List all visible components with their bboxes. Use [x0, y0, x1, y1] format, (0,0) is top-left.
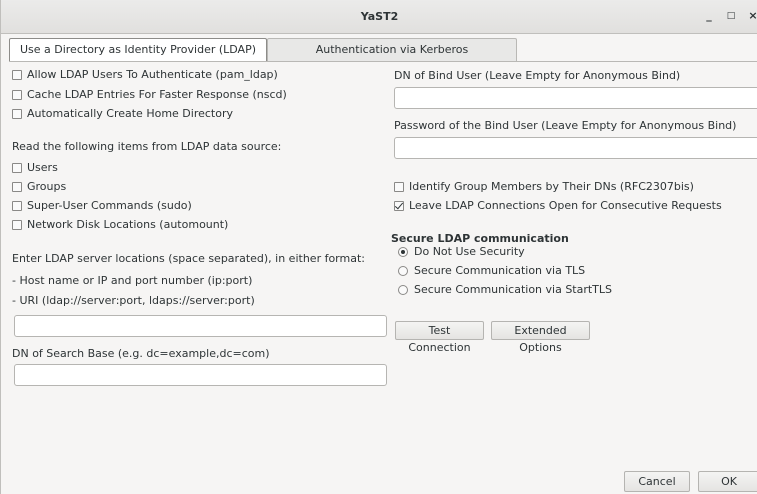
server-hint-text: Enter LDAP server locations (space separ…: [12, 252, 365, 265]
tab-kerberos-label: Authentication via Kerberos: [315, 43, 469, 56]
rfc2307bis-label: Identify Group Members by Their DNs (RFC…: [409, 180, 694, 193]
groups-checkbox[interactable]: Groups: [12, 180, 66, 193]
close-icon[interactable]: ×: [745, 8, 757, 24]
read-items-heading: Read the following items from LDAP data …: [12, 140, 282, 153]
no-security-radio[interactable]: Do Not Use Security: [398, 245, 525, 258]
checkbox-box[interactable]: [12, 200, 22, 211]
search-base-label: DN of Search Base (e.g. dc=example,dc=co…: [12, 347, 270, 360]
radio-dot[interactable]: [398, 265, 408, 276]
secure-ldap-heading: Secure LDAP communication: [391, 232, 569, 245]
server-format-uri: - URI (ldap://server:port, ldaps://serve…: [12, 294, 255, 307]
tab-bar: Use a Directory as Identity Provider (LD…: [9, 38, 757, 62]
allow-ldap-users-label: Allow LDAP Users To Authenticate (pam_ld…: [27, 68, 278, 81]
ok-label: OK: [721, 475, 737, 488]
bind-dn-label: DN of Bind User (Leave Empty for Anonymo…: [394, 69, 681, 82]
ldap-server-input[interactable]: [14, 315, 387, 337]
create-home-dir-label: Automatically Create Home Directory: [27, 107, 233, 120]
radio-dot-selected[interactable]: [398, 246, 408, 257]
sudo-checkbox[interactable]: Super-User Commands (sudo): [12, 199, 192, 212]
ok-button[interactable]: OK: [698, 471, 757, 492]
minimize-icon[interactable]: _: [701, 8, 717, 24]
tls-label: Secure Communication via TLS: [414, 264, 586, 277]
users-checkbox[interactable]: Users: [12, 161, 58, 174]
groups-label: Groups: [27, 180, 67, 193]
no-security-label: Do Not Use Security: [414, 245, 525, 258]
allow-ldap-users-checkbox[interactable]: Allow LDAP Users To Authenticate (pam_ld…: [12, 68, 278, 81]
window-title: YaST2: [360, 10, 399, 23]
extended-options-button[interactable]: Extended Options: [491, 321, 590, 354]
bind-dn-input[interactable]: [394, 87, 757, 109]
yast-window: YaST2 _ □ × Use a Directory as Identity …: [0, 0, 757, 494]
checkbox-box[interactable]: [12, 181, 22, 192]
cancel-label: Cancel: [638, 475, 676, 488]
tls-radio[interactable]: Secure Communication via TLS: [398, 264, 585, 277]
checkbox-box[interactable]: [12, 108, 22, 119]
checkbox-box[interactable]: [12, 89, 22, 100]
create-home-dir-checkbox[interactable]: Automatically Create Home Directory: [12, 107, 233, 120]
tab-kerberos[interactable]: Authentication via Kerberos: [267, 38, 517, 62]
extended-options-label: Extended Options: [514, 324, 567, 354]
starttls-radio[interactable]: Secure Communication via StartTLS: [398, 283, 612, 296]
title-bar[interactable]: YaST2 _ □ ×: [1, 0, 757, 34]
sudo-label: Super-User Commands (sudo): [27, 199, 192, 212]
checkbox-box[interactable]: [12, 219, 22, 230]
radio-dot[interactable]: [398, 284, 408, 295]
cache-ldap-entries-label: Cache LDAP Entries For Faster Response (…: [27, 88, 287, 101]
bind-password-input[interactable]: [394, 137, 757, 159]
test-connection-label: Test Connection: [408, 324, 471, 354]
checkbox-box[interactable]: [394, 181, 404, 192]
maximize-icon[interactable]: □: [723, 8, 739, 24]
server-format-hostport: - Host name or IP and port number (ip:po…: [12, 274, 253, 287]
cache-ldap-entries-checkbox[interactable]: Cache LDAP Entries For Faster Response (…: [12, 88, 287, 101]
leave-connections-open-checkbox[interactable]: Leave LDAP Connections Open for Consecut…: [394, 199, 722, 212]
bind-password-label: Password of the Bind User (Leave Empty f…: [394, 119, 737, 132]
tab-ldap[interactable]: Use a Directory as Identity Provider (LD…: [9, 38, 267, 62]
starttls-label: Secure Communication via StartTLS: [414, 283, 613, 296]
tab-underline: [9, 61, 757, 62]
test-connection-button[interactable]: Test Connection: [395, 321, 484, 354]
cancel-button[interactable]: Cancel: [624, 471, 690, 492]
rfc2307bis-checkbox[interactable]: Identify Group Members by Their DNs (RFC…: [394, 180, 694, 193]
leave-connections-open-label: Leave LDAP Connections Open for Consecut…: [409, 199, 722, 212]
automount-checkbox[interactable]: Network Disk Locations (automount): [12, 218, 228, 231]
automount-label: Network Disk Locations (automount): [27, 218, 229, 231]
users-label: Users: [27, 161, 58, 174]
checkbox-box[interactable]: [12, 69, 22, 80]
checkbox-box[interactable]: [12, 162, 22, 173]
search-base-input[interactable]: [14, 364, 387, 386]
tab-ldap-label: Use a Directory as Identity Provider (LD…: [19, 43, 257, 56]
checkbox-box-checked[interactable]: [394, 200, 404, 211]
